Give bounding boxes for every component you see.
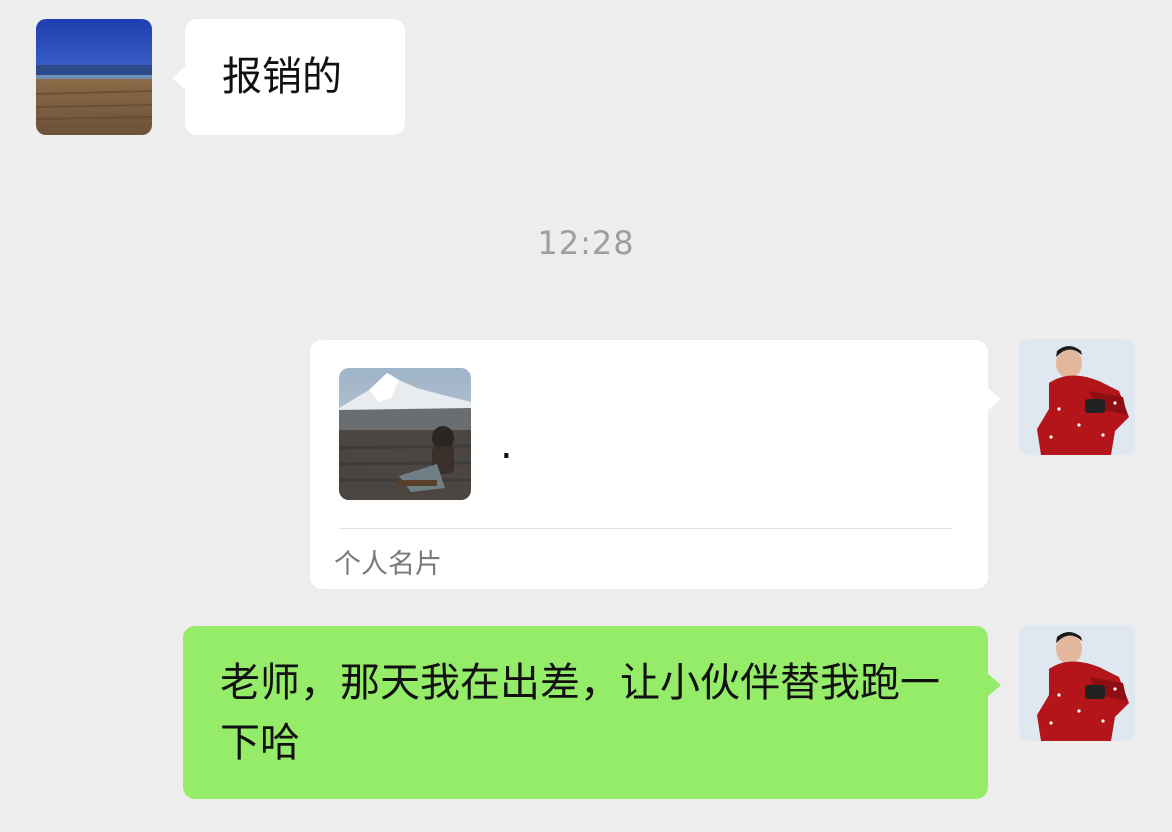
person-red-outfit-avatar-image <box>1019 339 1135 455</box>
contact-card-label: 个人名片 <box>334 549 442 580</box>
self-avatar[interactable] <box>1019 339 1135 455</box>
bubble-tail <box>987 673 1001 697</box>
message-text: 老师，那天我在出差，让小伙伴替我跑一下哈 <box>220 660 940 766</box>
person-red-outfit-avatar-image <box>1019 625 1135 741</box>
contact-avatar[interactable] <box>36 19 152 135</box>
bubble-tail <box>987 387 1001 411</box>
card-divider <box>339 528 953 529</box>
contact-card-name: . <box>500 422 513 468</box>
mountain-photo-image <box>339 368 471 500</box>
incoming-message-bubble[interactable]: 报销的 <box>172 19 405 135</box>
message-timestamp: 12:28 <box>537 224 635 262</box>
outgoing-message-bubble[interactable]: 老师，那天我在出差，让小伙伴替我跑一下哈 <box>183 626 1001 799</box>
self-avatar[interactable] <box>1019 625 1135 741</box>
message-text: 报销的 <box>222 54 342 100</box>
contact-card-photo <box>339 368 471 500</box>
ocean-beach-avatar-image <box>36 19 152 135</box>
contact-card-bubble[interactable]: . 个人名片 <box>310 340 1001 589</box>
bubble-tail <box>172 66 186 90</box>
